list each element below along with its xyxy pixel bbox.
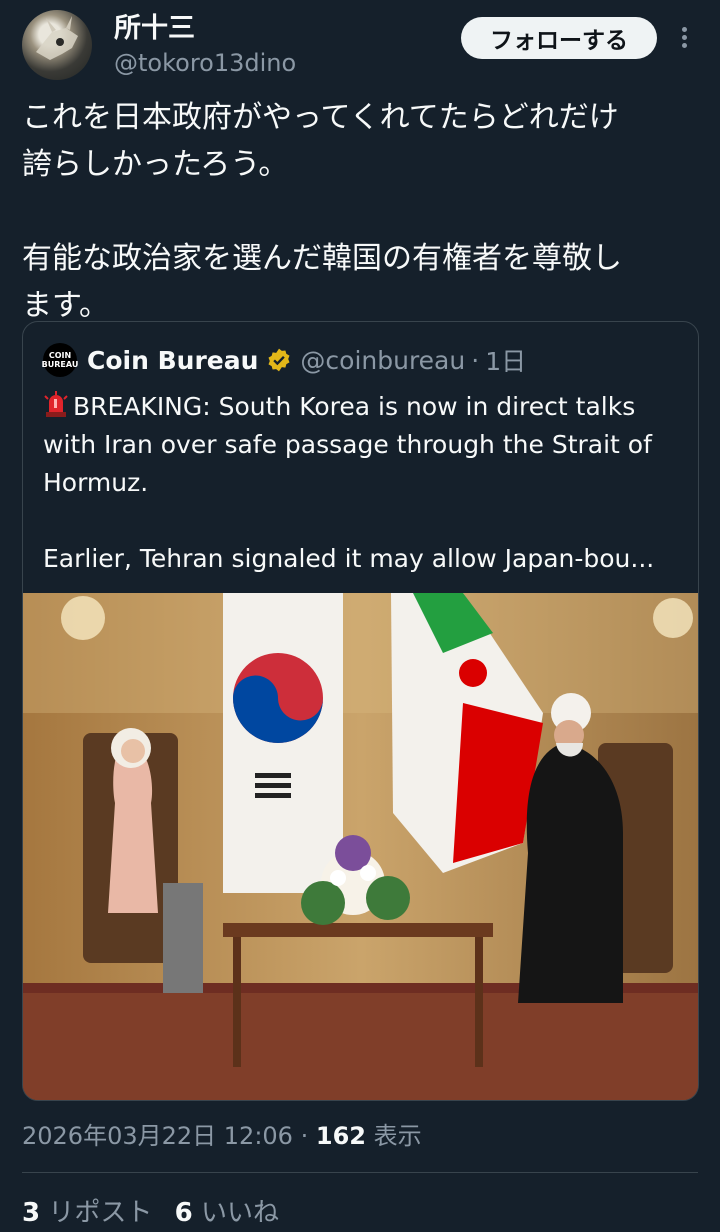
engagement-stats: 3 リポスト 6 いいね (22, 1192, 293, 1229)
quoted-body-text: BREAKING: South Korea is now in direct t… (43, 392, 655, 573)
repost-count: 3 (22, 1198, 41, 1228)
separator-dot: · (300, 1122, 309, 1150)
view-count-label: 表示 (373, 1122, 422, 1150)
quoted-handle[interactable]: @coinbureau (300, 346, 465, 375)
quoted-tweet-text: BREAKING: South Korea is now in direct t… (43, 388, 683, 578)
police-siren-icon (44, 391, 68, 417)
quoted-tweet-header: COIN BUREAU Coin Bureau @coinbureau · 1日 (42, 342, 526, 378)
follow-button[interactable]: フォローする (461, 17, 657, 59)
like-label: いいね (201, 1198, 280, 1228)
tweet-meta: 2026年03月22日 12:06 · 162 表示 (22, 1116, 422, 1151)
view-count: 162 (315, 1122, 366, 1150)
coin-bureau-logo[interactable]: COIN BUREAU (42, 343, 78, 377)
likes-stat[interactable]: 6 いいね (175, 1192, 279, 1229)
user-handle[interactable]: @tokoro13dino (114, 46, 296, 80)
like-count: 6 (174, 1198, 193, 1228)
quoted-tweet[interactable]: COIN BUREAU Coin Bureau @coinbureau · 1日… (22, 321, 699, 1101)
tweet-header: 所十三 @tokoro13dino フォローする (22, 10, 702, 80)
separator-dot: · (471, 345, 480, 375)
tweet-text: これを日本政府がやってくれてたらどれだけ 誇らしかったろう。 有能な政治家を選ん… (22, 100, 622, 323)
more-vertical-icon[interactable] (672, 24, 696, 54)
leaders-meeting-photo[interactable] (23, 593, 699, 1101)
repost-label: リポスト (48, 1198, 153, 1228)
reposts-stat[interactable]: 3 リポスト (22, 1192, 152, 1229)
avatar[interactable] (22, 10, 92, 80)
divider (22, 1172, 698, 1173)
display-name[interactable]: 所十三 (114, 12, 296, 46)
gold-verified-badge-icon (268, 348, 290, 372)
quoted-display-name[interactable]: Coin Bureau (87, 346, 258, 375)
dinosaur-skull-icon (36, 16, 78, 60)
quoted-timestamp[interactable]: 1日 (485, 342, 526, 378)
tweet-timestamp[interactable]: 2026年03月22日 12:06 (22, 1122, 293, 1150)
